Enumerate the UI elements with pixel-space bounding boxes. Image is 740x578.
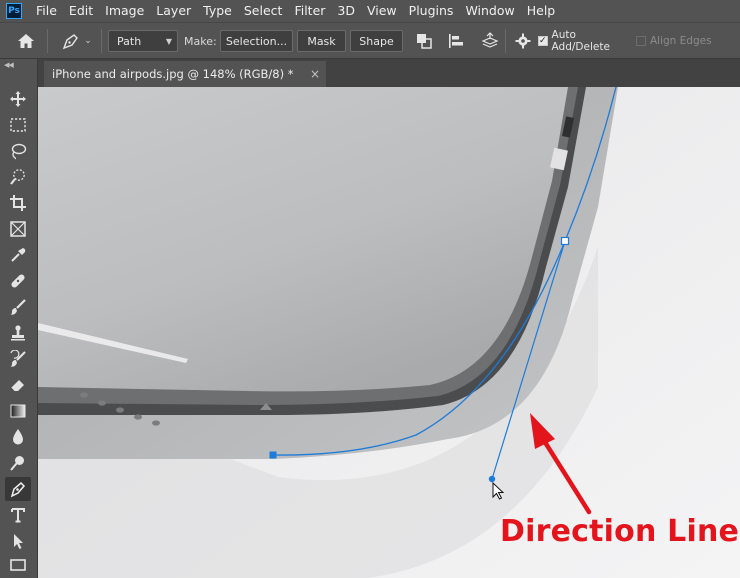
menu-bar: Ps File Edit Image Layer Type Select Fil… xyxy=(0,0,740,22)
canvas-image xyxy=(38,87,740,578)
move-tool[interactable] xyxy=(5,87,31,111)
menu-file[interactable]: File xyxy=(30,0,63,22)
dropdown-arrow-icon: ▼ xyxy=(165,36,172,46)
chevron-down-icon: ⌄ xyxy=(84,36,92,46)
align-edges-label: Align Edges xyxy=(650,35,712,47)
auto-add-delete-label: Auto Add/Delete xyxy=(551,29,610,53)
menu-select[interactable]: Select xyxy=(238,0,289,22)
document-tab-title: iPhone and airpods.jpg @ 148% (RGB/8) * xyxy=(52,67,294,81)
eraser-tool[interactable] xyxy=(5,373,31,397)
gradient-icon xyxy=(10,404,26,418)
eyedropper-tool[interactable] xyxy=(5,243,31,267)
rectangular-marquee-icon xyxy=(10,118,26,132)
path-alignment-button[interactable] xyxy=(444,30,468,52)
path-alignment-icon xyxy=(449,34,463,48)
menu-filter[interactable]: Filter xyxy=(288,0,331,22)
path-selection-arrow-icon xyxy=(14,534,23,549)
home-button[interactable] xyxy=(14,30,38,52)
frame-icon xyxy=(10,221,26,237)
home-icon xyxy=(18,34,34,48)
move-icon xyxy=(10,91,26,107)
menu-image[interactable]: Image xyxy=(99,0,150,22)
path-selection-tool[interactable] xyxy=(5,529,31,553)
make-label: Make: xyxy=(184,34,217,48)
make-selection-button[interactable]: Selection... xyxy=(220,30,293,52)
marquee-tool[interactable] xyxy=(5,113,31,137)
anchor-point-end[interactable] xyxy=(269,451,277,459)
pen-preset-icon xyxy=(63,34,79,50)
settings-button[interactable] xyxy=(512,30,534,52)
history-brush-tool[interactable] xyxy=(5,347,31,371)
lasso-icon xyxy=(11,143,27,160)
dodge-tool[interactable] xyxy=(5,451,31,475)
document-canvas[interactable]: Direction Line xyxy=(38,87,740,578)
menu-view[interactable]: View xyxy=(361,0,403,22)
brush-tool[interactable] xyxy=(5,295,31,319)
make-shape-button[interactable]: Shape xyxy=(350,30,403,52)
close-icon[interactable]: × xyxy=(310,67,320,81)
brush-icon xyxy=(10,299,26,315)
history-brush-icon xyxy=(10,350,26,367)
stamp-icon xyxy=(11,325,25,341)
droplet-icon xyxy=(13,429,23,445)
options-bar: ⌄ Path ▼ Make: Selection... Mask Shape ✓… xyxy=(0,22,740,59)
anchor-point-selected[interactable] xyxy=(560,236,570,246)
path-arrangement-icon xyxy=(481,32,499,48)
path-operations-icon xyxy=(417,34,432,49)
pen-icon xyxy=(10,481,26,498)
gradient-tool[interactable] xyxy=(5,399,31,423)
tool-preset-picker[interactable]: ⌄ xyxy=(56,30,96,52)
type-tool[interactable] xyxy=(5,503,31,527)
align-edges-checkbox[interactable]: Align Edges xyxy=(636,30,712,52)
unchecked-box-icon xyxy=(636,36,646,46)
direction-line-annotation: Direction Line xyxy=(500,514,740,549)
quick-selection-tool[interactable] xyxy=(5,165,31,189)
path-operations-button[interactable] xyxy=(412,30,436,52)
crop-tool[interactable] xyxy=(5,191,31,215)
bandage-icon xyxy=(11,274,25,288)
mode-value: Path xyxy=(117,34,142,48)
gear-icon xyxy=(515,33,531,49)
type-icon xyxy=(11,508,25,523)
menu-layer[interactable]: Layer xyxy=(150,0,197,22)
menu-3d[interactable]: 3D xyxy=(331,0,361,22)
document-tab[interactable]: iPhone and airpods.jpg @ 148% (RGB/8) * … xyxy=(44,61,326,87)
frame-tool[interactable] xyxy=(5,217,31,241)
path-arrangement-button[interactable] xyxy=(478,30,502,52)
clone-stamp-tool[interactable] xyxy=(5,321,31,345)
document-tab-bar: iPhone and airpods.jpg @ 148% (RGB/8) * … xyxy=(38,59,740,87)
menu-window[interactable]: Window xyxy=(459,0,520,22)
tools-panel: ◀◀ xyxy=(0,59,38,578)
eraser-icon xyxy=(10,380,24,392)
crop-icon xyxy=(10,195,26,211)
auto-add-delete-checkbox[interactable]: ✓ Auto Add/Delete xyxy=(538,29,630,53)
spot-healing-tool[interactable] xyxy=(5,269,31,293)
mode-dropdown[interactable]: Path ▼ xyxy=(108,30,178,52)
photoshop-logo-icon: Ps xyxy=(6,3,22,19)
pen-tool[interactable] xyxy=(5,477,31,501)
rectangle-tool[interactable] xyxy=(5,553,31,577)
dodge-icon xyxy=(10,456,24,471)
lasso-tool[interactable] xyxy=(5,139,31,163)
quick-selection-icon xyxy=(10,169,25,185)
menu-help[interactable]: Help xyxy=(521,0,562,22)
checkmark-icon: ✓ xyxy=(538,35,548,46)
make-mask-button[interactable]: Mask xyxy=(297,30,346,52)
direction-handle-point[interactable] xyxy=(488,475,496,483)
menu-type[interactable]: Type xyxy=(197,0,238,22)
panel-collapse-icon[interactable]: ◀◀ xyxy=(4,61,14,69)
rectangle-icon xyxy=(10,559,26,571)
menu-edit[interactable]: Edit xyxy=(63,0,99,22)
blur-tool[interactable] xyxy=(5,425,31,449)
eyedropper-icon xyxy=(11,248,26,262)
menu-plugins[interactable]: Plugins xyxy=(403,0,460,22)
